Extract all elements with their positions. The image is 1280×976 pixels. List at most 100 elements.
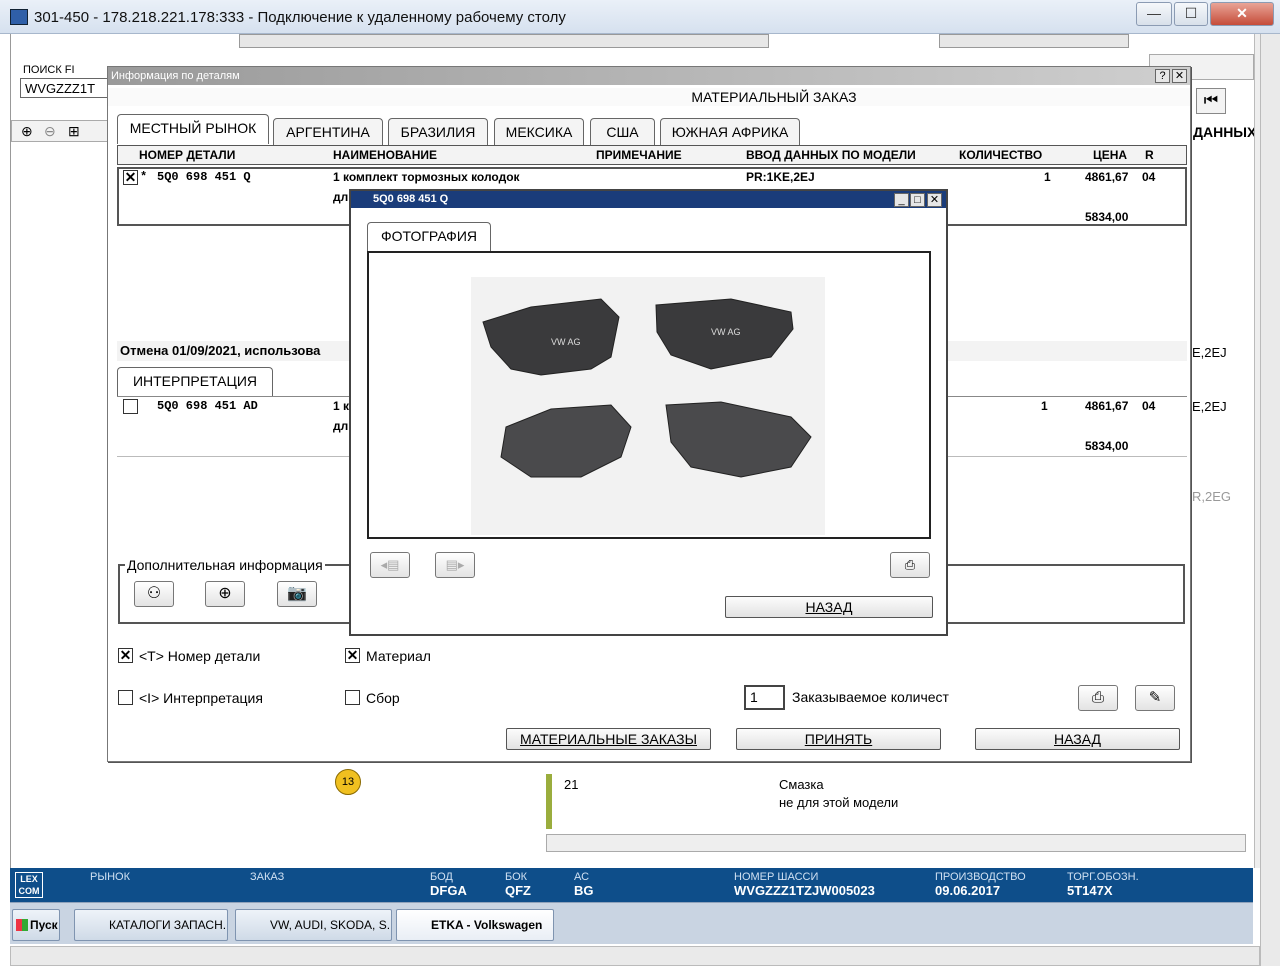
row-name-cont: дл [333, 190, 349, 204]
photo-maximize-button[interactable]: □ [910, 193, 925, 207]
zoom-in-icon[interactable]: ⊕ [21, 123, 33, 140]
row2-r: 04 [1142, 399, 1156, 413]
tab-mexico[interactable]: МЕКСИКА [494, 118, 584, 146]
horizontal-scrollbar[interactable] [546, 834, 1246, 852]
row-qty: 1 [1044, 170, 1051, 184]
list-item-bar [546, 774, 552, 829]
row-part-number: 5Q0 698 451 Q [157, 170, 251, 184]
col-model: ВВОД ДАННЫХ ПО МОДЕЛИ [746, 148, 916, 162]
opt-assembly-checkbox[interactable] [345, 690, 360, 705]
trade-value: 5T147X [1067, 883, 1113, 898]
tab-brazil[interactable]: БРАЗИЛИЯ [388, 118, 488, 146]
col-r: R [1145, 148, 1154, 162]
back-button[interactable]: НАЗАД [975, 728, 1180, 750]
maximize-button[interactable]: ☐ [1174, 2, 1208, 26]
task-vw-audi[interactable]: VW, AUDI, SKODA, S... [235, 909, 392, 941]
order-qty-label: Заказываемое количест [792, 689, 949, 705]
pad-text: VW AG [551, 337, 581, 347]
cancel-note: Отмена 01/09/2021, использова [120, 343, 321, 358]
task-catalogs[interactable]: КАТАЛОГИ ЗАПАСН... [74, 909, 228, 941]
row-price-total: 5834,00 [1085, 210, 1129, 224]
photo-prev-icon[interactable]: ◂▤ [370, 552, 410, 578]
add-circle-icon-button[interactable]: ⊕ [205, 581, 245, 607]
list-item-number: 21 [564, 777, 579, 792]
tab-usa[interactable]: США [590, 118, 655, 146]
chassis-label: НОМЕР ШАССИ [734, 871, 819, 883]
trade-label: ТОРГ.ОБОЗН. [1067, 871, 1139, 883]
bg-code-1: E,2EJ [1192, 345, 1227, 360]
start-label: Пуск [30, 918, 58, 932]
row-r: 04 [1142, 170, 1156, 184]
zoom-fit-icon[interactable]: ⊞ [68, 123, 80, 140]
lexcom-logo: LEX COM [15, 872, 43, 898]
col-price: ЦЕНА [1093, 148, 1128, 162]
rdp-app-icon [10, 9, 28, 25]
row2-part-number: 5Q0 698 451 AD [157, 399, 258, 413]
row-model: PR:1KE,2EJ [746, 170, 815, 184]
nav-first-icon[interactable]: ⏮ [1196, 88, 1226, 114]
tab-south-africa[interactable]: ЮЖНАЯ АФРИКА [660, 118, 800, 146]
tab-local-market[interactable]: МЕСТНЫЙ РЫНОК [117, 114, 269, 144]
bg-code-3: R,2EG [1192, 489, 1232, 504]
row2-qty: 1 [1041, 399, 1048, 413]
row-checkbox[interactable]: ✕ [123, 170, 138, 185]
print-icon-button[interactable]: ⎙ [1078, 685, 1118, 711]
photo-next-icon[interactable]: ▤▸ [435, 552, 475, 578]
vehicle-status-bar: LEX COM РЫНОК ЗАКАЗ БОД DFGA БОК QFZ АС … [10, 868, 1253, 902]
task-etka[interactable]: ETKA - Volkswagen [396, 909, 554, 941]
row-price: 4861,67 [1085, 170, 1129, 184]
camera-icon-button[interactable]: 📷 [277, 581, 317, 607]
market-label: РЫНОК [90, 871, 130, 883]
tab-photo[interactable]: ФОТОГРАФИЯ [367, 222, 491, 252]
list-item-note: не для этой модели [779, 795, 899, 810]
order-qty-input[interactable]: 1 [744, 685, 785, 710]
bg-right-header: ДАННЫХ [1193, 124, 1257, 140]
edit-icon-button[interactable]: ✎ [1135, 685, 1175, 711]
list-item-name: Смазка [779, 777, 824, 792]
row2-name: 1 к [333, 399, 350, 413]
material-orders-button[interactable]: МАТЕРИАЛЬНЫЕ ЗАКАЗЫ [506, 728, 711, 750]
opt-material-checkbox[interactable]: ✕ [345, 648, 360, 663]
pad-text-2: VW AG [711, 327, 741, 337]
zoom-out-icon[interactable]: ⊖ [44, 123, 56, 140]
extra-info-label: Дополнительная информация [125, 557, 325, 573]
rdp-title-bar: 301-450 - 178.218.221.178:333 - Подключе… [0, 0, 1280, 34]
photo-back-button[interactable]: НАЗАД [725, 596, 933, 618]
accept-button[interactable]: ПРИНЯТЬ [736, 728, 941, 750]
row2-checkbox[interactable] [123, 399, 138, 414]
photo-minimize-button[interactable]: _ [894, 193, 909, 207]
opt-partno-checkbox[interactable]: ✕ [118, 648, 133, 663]
photo-dialog: 5Q0 698 451 Q _ □ ✕ ФОТОГРАФИЯ VW AG VW … [349, 189, 948, 636]
close-button[interactable]: ✕ [1210, 2, 1274, 26]
tab-argentina[interactable]: АРГЕНТИНА [273, 118, 383, 146]
bok-value: QFZ [505, 883, 531, 898]
col-name: НАИМЕНОВАНИЕ [333, 148, 437, 162]
vehicle-icon-button[interactable]: ⚇ [134, 581, 174, 607]
production-label: ПРОИЗВОДСТВО [935, 871, 1026, 883]
help-button[interactable]: ? [1155, 69, 1170, 83]
windows-logo-icon [16, 919, 28, 931]
production-value: 09.06.2017 [935, 883, 1001, 898]
row2-price-total: 5834,00 [1085, 439, 1129, 453]
start-button[interactable]: Пуск [12, 909, 60, 941]
opt-partno-label: <T> Номер детали [139, 648, 261, 664]
bg-tabstrip-right [939, 34, 1129, 48]
dialog-close-button[interactable]: ✕ [1172, 69, 1187, 83]
photo-title-bar: 5Q0 698 451 Q [351, 191, 946, 208]
rdp-horizontal-scrollbar[interactable] [10, 946, 1260, 966]
rdp-vertical-scrollbar[interactable] [1260, 34, 1280, 966]
row-name: 1 комплект тормозных колодок [333, 170, 520, 184]
opt-interp-checkbox[interactable] [118, 690, 133, 705]
search-label: ПОИСК FI [23, 64, 75, 76]
search-input[interactable]: WVGZZZ1T [20, 78, 110, 98]
row-star: * [140, 170, 148, 184]
rdp-window-title: 301-450 - 178.218.221.178:333 - Подключе… [34, 9, 566, 26]
photo-close-button[interactable]: ✕ [927, 193, 942, 207]
minimize-button[interactable]: — [1136, 2, 1172, 26]
bod-value: DFGA [430, 883, 467, 898]
tab-interpretation[interactable]: ИНТЕРПРЕТАЦИЯ [117, 367, 273, 397]
photo-print-icon[interactable]: ⎙ [890, 552, 930, 578]
callout-badge[interactable]: 13 [335, 769, 361, 795]
order-label: ЗАКАЗ [250, 871, 285, 883]
bg-code-2: E,2EJ [1192, 399, 1227, 414]
